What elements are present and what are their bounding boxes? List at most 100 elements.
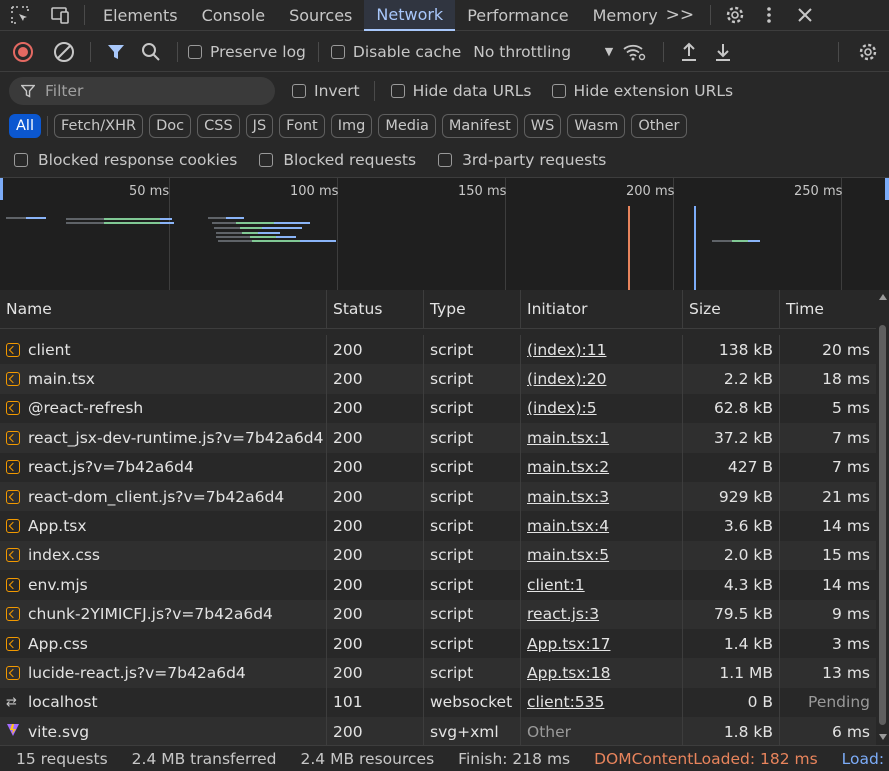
scrollbar-thumb[interactable]	[879, 325, 886, 725]
table-scrollbar[interactable]	[876, 290, 889, 744]
scroll-up-arrow-icon[interactable]	[879, 294, 887, 300]
more-tabs-button[interactable]: >>	[666, 5, 695, 25]
initiator-link[interactable]: main.tsx:3	[527, 488, 609, 506]
column-header-time[interactable]: Time	[780, 290, 876, 328]
network-conditions-icon[interactable]	[613, 42, 655, 62]
type-filter-all[interactable]: All	[9, 114, 41, 138]
kebab-menu-icon[interactable]	[751, 0, 787, 31]
type-filter-img[interactable]: Img	[330, 114, 373, 138]
tab-sources[interactable]: Sources	[277, 0, 364, 31]
type-filter-manifest[interactable]: Manifest	[441, 114, 518, 138]
cell-name[interactable]: react.js?v=7b42a6d4	[0, 452, 327, 482]
checkbox-box[interactable]	[188, 44, 202, 59]
type-filter-js[interactable]: JS	[245, 114, 274, 138]
checkbox-box[interactable]	[14, 153, 28, 167]
cell-name[interactable]: main.tsx	[0, 364, 327, 394]
invert-checkbox[interactable]: Invert	[292, 82, 360, 100]
table-row[interactable]: ⇄ localhost 101 websocket client:535 0 B Pendi…	[0, 687, 876, 718]
cell-name[interactable]: App.tsx	[0, 511, 327, 541]
table-row[interactable]: react_jsx-dev-runtime.js?v=7b42a6d4 200 sc…	[0, 423, 876, 453]
record-stop-icon[interactable]	[0, 41, 46, 63]
type-filter-css[interactable]: CSS	[197, 114, 240, 138]
network-overview-timeline[interactable]: 50 ms 100 ms 150 ms 200 ms 250 ms	[0, 177, 889, 291]
initiator-link[interactable]: main.tsx:5	[527, 546, 609, 564]
initiator-link[interactable]: (index):11	[527, 341, 606, 359]
tab-memory[interactable]: Memory	[581, 0, 670, 31]
network-settings-gear-icon[interactable]	[847, 42, 889, 62]
initiator-link[interactable]: (index):5	[527, 399, 597, 417]
third-party-requests-checkbox[interactable]: 3rd-party requests	[438, 151, 606, 169]
type-filter-wasm[interactable]: Wasm	[567, 114, 626, 138]
initiator-link[interactable]: main.tsx:2	[527, 458, 609, 476]
disable-cache-checkbox[interactable]: Disable cache	[330, 43, 461, 61]
cell-name[interactable]: react-dom_client.js?v=7b42a6d4	[0, 481, 327, 512]
cell-name[interactable]: client	[0, 335, 327, 365]
type-filter-font[interactable]: Font	[279, 114, 325, 138]
cell-name[interactable]: env.mjs	[0, 570, 327, 600]
hide-extension-urls-checkbox[interactable]: Hide extension URLs	[551, 82, 733, 100]
table-row[interactable]: lucide-react.js?v=7b42a6d4 200 script App.t…	[0, 658, 876, 688]
table-row[interactable]: env.mjs 200 script client:1 4.3 kB 14 ms	[0, 570, 876, 600]
cell-name[interactable]: App.css	[0, 628, 327, 659]
table-row[interactable]: @react-refresh 200 script (index):5 62.8 kB 5…	[0, 393, 876, 424]
column-header-status[interactable]: Status	[327, 290, 424, 328]
filter-funnel-icon[interactable]	[99, 43, 133, 61]
column-header-initiator[interactable]: Initiator	[521, 290, 683, 328]
tab-console[interactable]: Console	[190, 0, 278, 31]
preserve-log-checkbox[interactable]: Preserve log	[188, 43, 306, 61]
checkbox-box[interactable]	[292, 84, 306, 98]
device-toolbar-icon[interactable]	[40, 0, 80, 31]
checkbox-box[interactable]	[330, 44, 345, 59]
tab-network[interactable]: Network	[364, 0, 456, 31]
initiator-link[interactable]: (index):20	[527, 370, 606, 388]
search-icon[interactable]	[133, 42, 169, 62]
cell-name[interactable]: @react-refresh	[0, 393, 327, 424]
initiator-link[interactable]: react.js:3	[527, 605, 599, 623]
type-filter-doc[interactable]: Doc	[149, 114, 192, 138]
type-filter-ws[interactable]: WS	[523, 114, 562, 138]
type-filter-other[interactable]: Other	[631, 114, 687, 138]
import-har-upload-icon[interactable]	[672, 42, 706, 62]
table-row[interactable]: client 200 script (index):11 138 kB 20 ms	[0, 335, 876, 365]
table-row[interactable]: chunk-2YIMICFJ.js?v=7b42a6d4 200 script rea…	[0, 599, 876, 629]
initiator-link[interactable]: client:535	[527, 693, 604, 711]
throttling-select[interactable]: No throttling ▼	[473, 43, 613, 61]
checkbox-box[interactable]	[438, 153, 453, 167]
table-row[interactable]: App.css 200 script App.tsx:17 1.4 kB 3 ms	[0, 628, 876, 659]
blocked-requests-checkbox[interactable]: Blocked requests	[259, 151, 416, 169]
close-icon[interactable]	[787, 0, 823, 31]
column-header-name[interactable]: Name	[0, 290, 327, 328]
cell-name[interactable]: lucide-react.js?v=7b42a6d4	[0, 658, 327, 688]
type-filter-media[interactable]: Media	[378, 114, 436, 138]
initiator-link[interactable]: main.tsx:1	[527, 429, 609, 447]
column-header-size[interactable]: Size	[683, 290, 780, 328]
table-row[interactable]: main.tsx 200 script (index):20 2.2 kB 18 ms	[0, 364, 876, 394]
scroll-down-arrow-icon[interactable]	[879, 734, 887, 740]
hide-data-urls-checkbox[interactable]: Hide data URLs	[390, 82, 532, 100]
export-har-download-icon[interactable]	[706, 42, 740, 62]
initiator-link[interactable]: App.tsx:18	[527, 664, 610, 682]
table-row[interactable]: react-dom_client.js?v=7b42a6d4 200 script m…	[0, 481, 876, 512]
initiator-link[interactable]: main.tsx:4	[527, 517, 609, 535]
cell-name[interactable]: vite.svg	[0, 717, 327, 747]
checkbox-box[interactable]	[390, 84, 405, 98]
settings-gear-icon[interactable]	[719, 0, 751, 31]
initiator-link[interactable]: App.tsx:17	[527, 635, 610, 653]
column-header-type[interactable]: Type	[424, 290, 521, 328]
cell-name[interactable]: index.css	[0, 540, 327, 571]
checkbox-box[interactable]	[551, 84, 566, 98]
cell-name[interactable]: chunk-2YIMICFJ.js?v=7b42a6d4	[0, 599, 327, 629]
tab-performance[interactable]: Performance	[455, 0, 580, 31]
cell-name[interactable]: react_jsx-dev-runtime.js?v=7b42a6d4	[0, 423, 327, 453]
inspect-element-icon[interactable]	[0, 0, 40, 31]
cell-name[interactable]: ⇄ localhost	[0, 687, 327, 718]
table-row[interactable]: index.css 200 script main.tsx:5 2.0 kB 15 ms	[0, 540, 876, 571]
type-filter-fetch-xhr[interactable]: Fetch/XHR	[53, 114, 144, 138]
table-row[interactable]: react.js?v=7b42a6d4 200 script main.tsx:2 42…	[0, 452, 876, 482]
checkbox-box[interactable]	[259, 153, 274, 167]
clear-icon[interactable]	[46, 41, 82, 63]
overview-left-handle[interactable]	[0, 178, 3, 200]
blocked-response-cookies-checkbox[interactable]: Blocked response cookies	[14, 151, 237, 169]
initiator-link[interactable]: client:1	[527, 576, 585, 594]
overview-right-handle[interactable]	[885, 178, 889, 200]
